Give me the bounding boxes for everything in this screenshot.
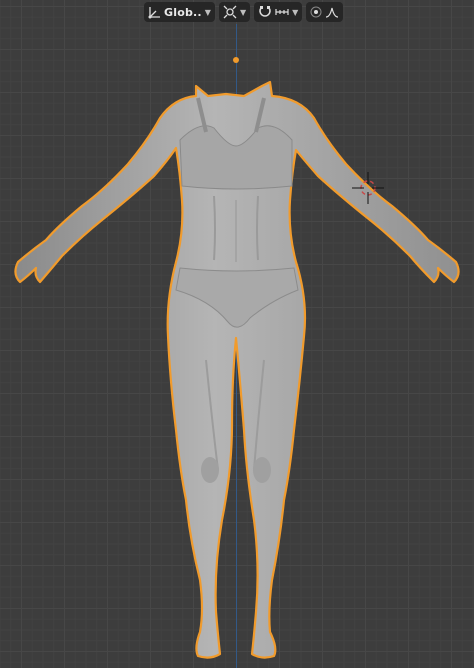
mesh-object[interactable] <box>0 0 474 668</box>
proportional-editing-icon[interactable] <box>310 6 322 18</box>
pivot-point-dropdown[interactable]: ▼ <box>218 2 251 22</box>
object-origin <box>233 57 239 63</box>
proportional-falloff-icon[interactable] <box>325 6 339 18</box>
chevron-down-icon: ▼ <box>239 7 247 17</box>
chevron-down-icon: ▼ <box>204 7 211 17</box>
snap-controls[interactable]: ▼ <box>254 2 303 22</box>
snap-increment-icon[interactable] <box>275 5 289 19</box>
chevron-down-icon: ▼ <box>292 7 299 17</box>
orientation-label: Glob.. <box>164 5 202 19</box>
snap-icon[interactable] <box>258 5 272 19</box>
3d-viewport[interactable]: Glob.. ▼ ▼ ▼ <box>0 0 474 668</box>
pivot-point-icon <box>223 5 237 19</box>
transform-orientation-dropdown[interactable]: Glob.. ▼ <box>144 2 215 22</box>
proportional-editing-controls[interactable] <box>306 2 344 22</box>
transform-orientation-icon <box>148 6 161 19</box>
viewport-header-toolbar: Glob.. ▼ ▼ ▼ <box>144 2 344 22</box>
